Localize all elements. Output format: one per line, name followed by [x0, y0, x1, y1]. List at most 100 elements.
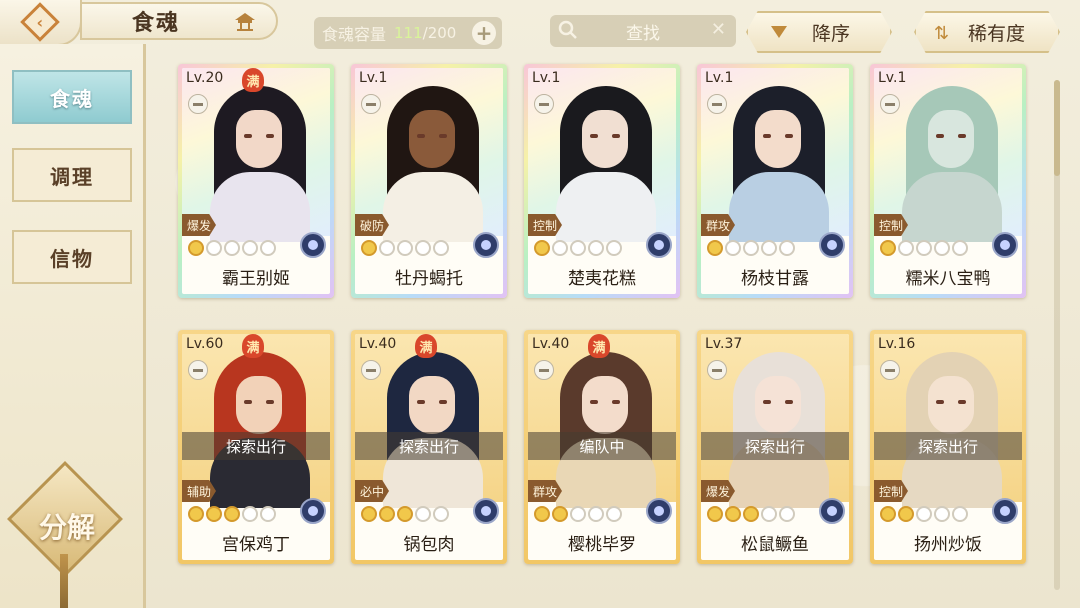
character-eye [244, 400, 252, 404]
sort-order-label: 降序 [812, 22, 851, 45]
rank-star-icon [224, 506, 240, 522]
bowl-icon [188, 94, 208, 114]
clear-search-icon[interactable]: ✕ [711, 19, 726, 40]
status-banner: 探索出行 [701, 432, 849, 460]
tab-conditioning[interactable]: 调理 [12, 148, 132, 202]
rank-star-icon [916, 506, 932, 522]
rank-stars [361, 506, 449, 522]
card-level: Lv.40 [359, 336, 397, 352]
food-soul-name: 杨枝甘露 [741, 269, 809, 289]
rank-stars [534, 506, 622, 522]
max-level-badge: 满 [242, 334, 264, 358]
skill-flower-icon [646, 232, 672, 258]
character-eye [590, 134, 598, 138]
food-soul-card[interactable]: Lv.20 满爆发 霸王别姬 [178, 64, 334, 298]
rank-star-icon [433, 240, 449, 256]
rank-star-icon [188, 240, 204, 256]
food-soul-card[interactable]: Lv.16 探索出行 控制 扬州炒饭 [870, 330, 1026, 564]
food-soul-name: 锅包肉 [403, 535, 455, 555]
character-eye [244, 134, 252, 138]
rank-star-icon [379, 240, 395, 256]
tab-tokens[interactable]: 信物 [12, 230, 132, 284]
scrollbar-thumb[interactable] [1054, 80, 1060, 176]
character-face [928, 376, 974, 434]
bowl-icon [880, 360, 900, 380]
character-eye [936, 400, 944, 404]
character-portrait [200, 346, 320, 508]
tab-label: 信物 [50, 246, 94, 271]
back-button[interactable]: ‹ [0, 0, 82, 46]
rank-star-icon [242, 240, 258, 256]
title-tab: 食魂 [80, 2, 278, 40]
bowl-icon [361, 94, 381, 114]
character-eye [958, 134, 966, 138]
food-soul-card[interactable]: Lv.1 控制 糯米八宝鸭 [870, 64, 1026, 298]
character-eye [590, 400, 598, 404]
max-level-badge: 满 [588, 334, 610, 358]
rank-stars [188, 240, 276, 256]
skill-flower-icon [819, 498, 845, 524]
rank-star-icon [880, 506, 896, 522]
capacity-display: 食魂容量 111 /200 + [314, 17, 502, 49]
character-body [210, 172, 310, 242]
role-badge: 辅助 [182, 480, 216, 502]
rank-star-icon [779, 240, 795, 256]
skill-flower-icon [473, 232, 499, 258]
character-face [236, 110, 282, 168]
character-eye [417, 400, 425, 404]
character-body [556, 172, 656, 242]
skill-flower-icon [819, 232, 845, 258]
card-level: Lv.60 [186, 336, 224, 352]
role-badge: 必中 [355, 480, 389, 502]
capacity-max: /200 [422, 24, 457, 42]
capacity-label: 食魂容量 [322, 25, 387, 44]
sort-swap-icon: ⇅ [934, 23, 950, 44]
card-inner: Lv.1 控制 楚夷花糕 [528, 68, 676, 294]
character-face [582, 376, 628, 434]
food-soul-card[interactable]: Lv.1 控制 楚夷花糕 [524, 64, 680, 298]
scrollbar[interactable] [1054, 80, 1060, 590]
rank-star-icon [606, 240, 622, 256]
rank-star-icon [934, 506, 950, 522]
character-portrait [546, 80, 666, 242]
food-soul-name: 霸王别姬 [222, 269, 290, 289]
sort-order-button[interactable]: 降序 [746, 11, 892, 53]
food-soul-card[interactable]: Lv.1 群攻 杨枝甘露 [697, 64, 853, 298]
card-inner: Lv.40 满编队中 群攻 樱桃毕罗 [528, 334, 676, 560]
rank-star-icon [415, 240, 431, 256]
search-field[interactable]: 查找 ✕ [550, 15, 736, 47]
rank-stars [188, 506, 276, 522]
tab-food-souls[interactable]: 食魂 [12, 70, 132, 124]
food-soul-card[interactable]: Lv.40 满编队中 群攻 樱桃毕罗 [524, 330, 680, 564]
rank-star-icon [707, 506, 723, 522]
decompose-label[interactable]: 分解 [32, 506, 102, 546]
food-soul-name: 宫保鸡丁 [222, 535, 290, 555]
rank-star-icon [725, 240, 741, 256]
role-badge: 群攻 [528, 480, 562, 502]
rank-star-icon [725, 506, 741, 522]
character-eye [958, 400, 966, 404]
bowl-icon [534, 360, 554, 380]
rank-star-icon [552, 240, 568, 256]
food-soul-card[interactable]: Lv.1 破防 牡丹蝎托 [351, 64, 507, 298]
rank-star-icon [206, 240, 222, 256]
add-capacity-button[interactable]: + [472, 21, 496, 45]
character-face [582, 110, 628, 168]
rank-star-icon [570, 240, 586, 256]
role-badge: 控制 [528, 214, 562, 236]
rank-star-icon [361, 240, 377, 256]
food-soul-card[interactable]: Lv.40 满探索出行 必中 锅包肉 [351, 330, 507, 564]
bowl-icon [707, 360, 727, 380]
rank-star-icon [898, 506, 914, 522]
max-level-badge: 满 [242, 68, 264, 92]
rank-star-icon [743, 506, 759, 522]
character-face [755, 110, 801, 168]
rank-stars [534, 240, 622, 256]
character-face [928, 110, 974, 168]
food-soul-card[interactable]: Lv.60 满探索出行 辅助 宫保鸡丁 [178, 330, 334, 564]
character-eye [763, 134, 771, 138]
rarity-sort-button[interactable]: ⇅ 稀有度 [914, 11, 1060, 53]
food-soul-name: 樱桃毕罗 [568, 535, 636, 555]
food-soul-card[interactable]: Lv.37 探索出行 爆发 松鼠鳜鱼 [697, 330, 853, 564]
card-inner: Lv.16 探索出行 控制 扬州炒饭 [874, 334, 1022, 560]
